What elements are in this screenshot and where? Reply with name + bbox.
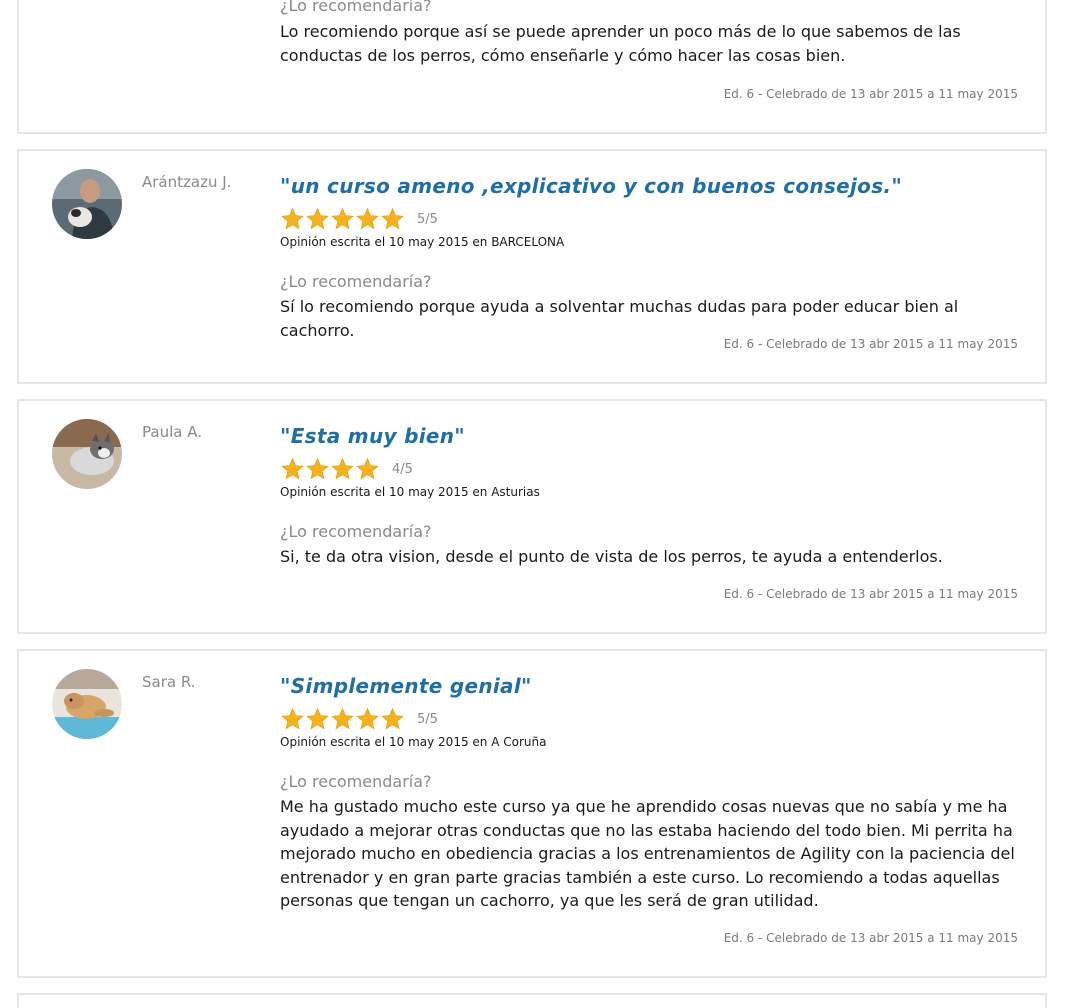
avatar[interactable] xyxy=(52,669,122,739)
star-icon xyxy=(306,207,329,230)
review-author[interactable]: Paula A. xyxy=(142,423,202,441)
review-answer: Lo recomiendo porque así se puede aprend… xyxy=(280,22,961,65)
review-author[interactable]: Arántzazu J. xyxy=(142,173,231,191)
recommend-question-label: ¿Lo recomendaría? xyxy=(280,772,432,791)
star-icon xyxy=(356,207,379,230)
review-card: Arántzazu J. "un curso ameno ,explicativ… xyxy=(17,149,1047,384)
edition-info: Ed. 6 - Celebrado de 13 abr 2015 a 11 ma… xyxy=(723,87,1018,101)
star-icon xyxy=(281,207,304,230)
star-icon xyxy=(331,457,354,480)
star-icon xyxy=(281,707,304,730)
rating-score: 5/5 xyxy=(417,711,438,727)
star-rating: 5/5 xyxy=(280,207,438,231)
edition-info: Ed. 6 - Celebrado de 13 abr 2015 a 11 ma… xyxy=(723,587,1018,601)
avatar[interactable] xyxy=(52,419,122,489)
star-icon xyxy=(331,707,354,730)
star-icon xyxy=(356,457,379,480)
review-meta: Opinión escrita el 10 may 2015 en Asturi… xyxy=(280,485,540,499)
review-card: Sara R. "Simplemente genial" 5/5 Opinión… xyxy=(17,649,1047,978)
edition-info: Ed. 6 - Celebrado de 13 abr 2015 a 11 ma… xyxy=(723,931,1018,945)
review-card xyxy=(17,993,1047,1008)
star-icon xyxy=(306,707,329,730)
star-icon xyxy=(381,207,404,230)
review-title: "Simplemente genial" xyxy=(280,674,532,698)
avatar[interactable] xyxy=(52,169,122,239)
star-icon xyxy=(356,707,379,730)
recommend-question-label: ¿Lo recomendaría? xyxy=(280,0,432,15)
review-meta: Opinión escrita el 10 may 2015 en BARCEL… xyxy=(280,235,565,249)
review-answer: Sí lo recomiendo porque ayuda a solventa… xyxy=(280,297,959,340)
star-rating: 5/5 xyxy=(280,707,438,731)
star-rating: 4/5 xyxy=(280,457,413,481)
review-card: Paula A. "Esta muy bien" 4/5 Opinión esc… xyxy=(17,399,1047,634)
recommend-question-label: ¿Lo recomendaría? xyxy=(280,272,432,291)
review-title: "Esta muy bien" xyxy=(280,424,465,448)
edition-info: Ed. 6 - Celebrado de 13 abr 2015 a 11 ma… xyxy=(723,337,1018,351)
review-card: ¿Lo recomendaría? Lo recomiendo porque a… xyxy=(17,0,1047,134)
rating-score: 4/5 xyxy=(392,461,413,477)
rating-score: 5/5 xyxy=(417,211,438,227)
review-title: "un curso ameno ,explicativo y con bueno… xyxy=(280,174,903,198)
review-answer: Si, te da otra vision, desde el punto de… xyxy=(280,547,943,566)
review-author[interactable]: Sara R. xyxy=(142,673,196,691)
review-meta: Opinión escrita el 10 may 2015 en A Coru… xyxy=(280,735,547,749)
reviews-page: ¿Lo recomendaría? Lo recomiendo porque a… xyxy=(0,0,1065,1008)
review-answer: Me ha gustado mucho este curso ya que he… xyxy=(280,797,1015,911)
recommend-question-label: ¿Lo recomendaría? xyxy=(280,522,432,541)
star-icon xyxy=(331,207,354,230)
star-icon xyxy=(281,457,304,480)
star-icon xyxy=(306,457,329,480)
star-icon xyxy=(381,707,404,730)
